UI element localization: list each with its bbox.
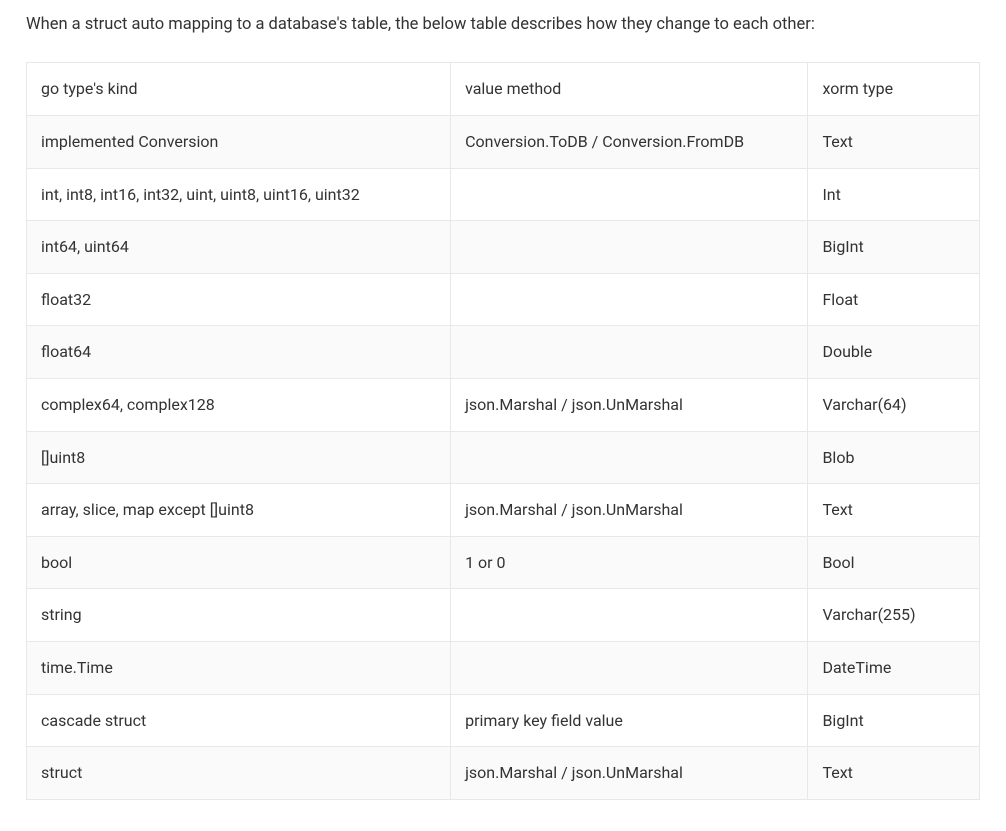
table-row: int, int8, int16, int32, uint, uint8, ui… [27,168,980,221]
cell-kind: implemented Conversion [27,115,451,168]
table-row: bool 1 or 0 Bool [27,536,980,589]
cell-kind: cascade struct [27,694,451,747]
cell-method [451,431,808,484]
cell-xorm: Text [808,115,980,168]
table-row: time.Time DateTime [27,641,980,694]
cell-xorm: Double [808,326,980,379]
cell-method: json.Marshal / json.UnMarshal [451,378,808,431]
cell-method: json.Marshal / json.UnMarshal [451,484,808,537]
table-row: cascade struct primary key field value B… [27,694,980,747]
cell-xorm: Bool [808,536,980,589]
cell-xorm: Text [808,484,980,537]
cell-xorm: DateTime [808,641,980,694]
cell-xorm: BigInt [808,694,980,747]
cell-kind: struct [27,747,451,800]
cell-kind: complex64, complex128 [27,378,451,431]
intro-paragraph: When a struct auto mapping to a database… [26,12,980,38]
cell-kind: bool [27,536,451,589]
cell-kind: string [27,589,451,642]
table-row: array, slice, map except []uint8 json.Ma… [27,484,980,537]
cell-kind: int64, uint64 [27,221,451,274]
header-kind: go type's kind [27,63,451,116]
cell-kind: float64 [27,326,451,379]
cell-xorm: Varchar(255) [808,589,980,642]
cell-method: json.Marshal / json.UnMarshal [451,747,808,800]
cell-xorm: Int [808,168,980,221]
cell-method: Conversion.ToDB / Conversion.FromDB [451,115,808,168]
cell-method [451,589,808,642]
cell-xorm: BigInt [808,221,980,274]
cell-method: primary key field value [451,694,808,747]
header-xorm: xorm type [808,63,980,116]
table-row: float64 Double [27,326,980,379]
cell-kind: []uint8 [27,431,451,484]
cell-kind: int, int8, int16, int32, uint, uint8, ui… [27,168,451,221]
cell-method [451,168,808,221]
cell-kind: array, slice, map except []uint8 [27,484,451,537]
cell-xorm: Varchar(64) [808,378,980,431]
cell-xorm: Float [808,273,980,326]
cell-method [451,326,808,379]
table-row: int64, uint64 BigInt [27,221,980,274]
table-row: complex64, complex128 json.Marshal / jso… [27,378,980,431]
cell-kind: time.Time [27,641,451,694]
table-header-row: go type's kind value method xorm type [27,63,980,116]
table-row: float32 Float [27,273,980,326]
cell-method: 1 or 0 [451,536,808,589]
cell-method [451,221,808,274]
header-method: value method [451,63,808,116]
table-row: string Varchar(255) [27,589,980,642]
table-row: []uint8 Blob [27,431,980,484]
cell-method [451,273,808,326]
type-mapping-table: go type's kind value method xorm type im… [26,62,980,799]
cell-xorm: Text [808,747,980,800]
cell-method [451,641,808,694]
table-row: struct json.Marshal / json.UnMarshal Tex… [27,747,980,800]
cell-kind: float32 [27,273,451,326]
cell-xorm: Blob [808,431,980,484]
table-row: implemented Conversion Conversion.ToDB /… [27,115,980,168]
